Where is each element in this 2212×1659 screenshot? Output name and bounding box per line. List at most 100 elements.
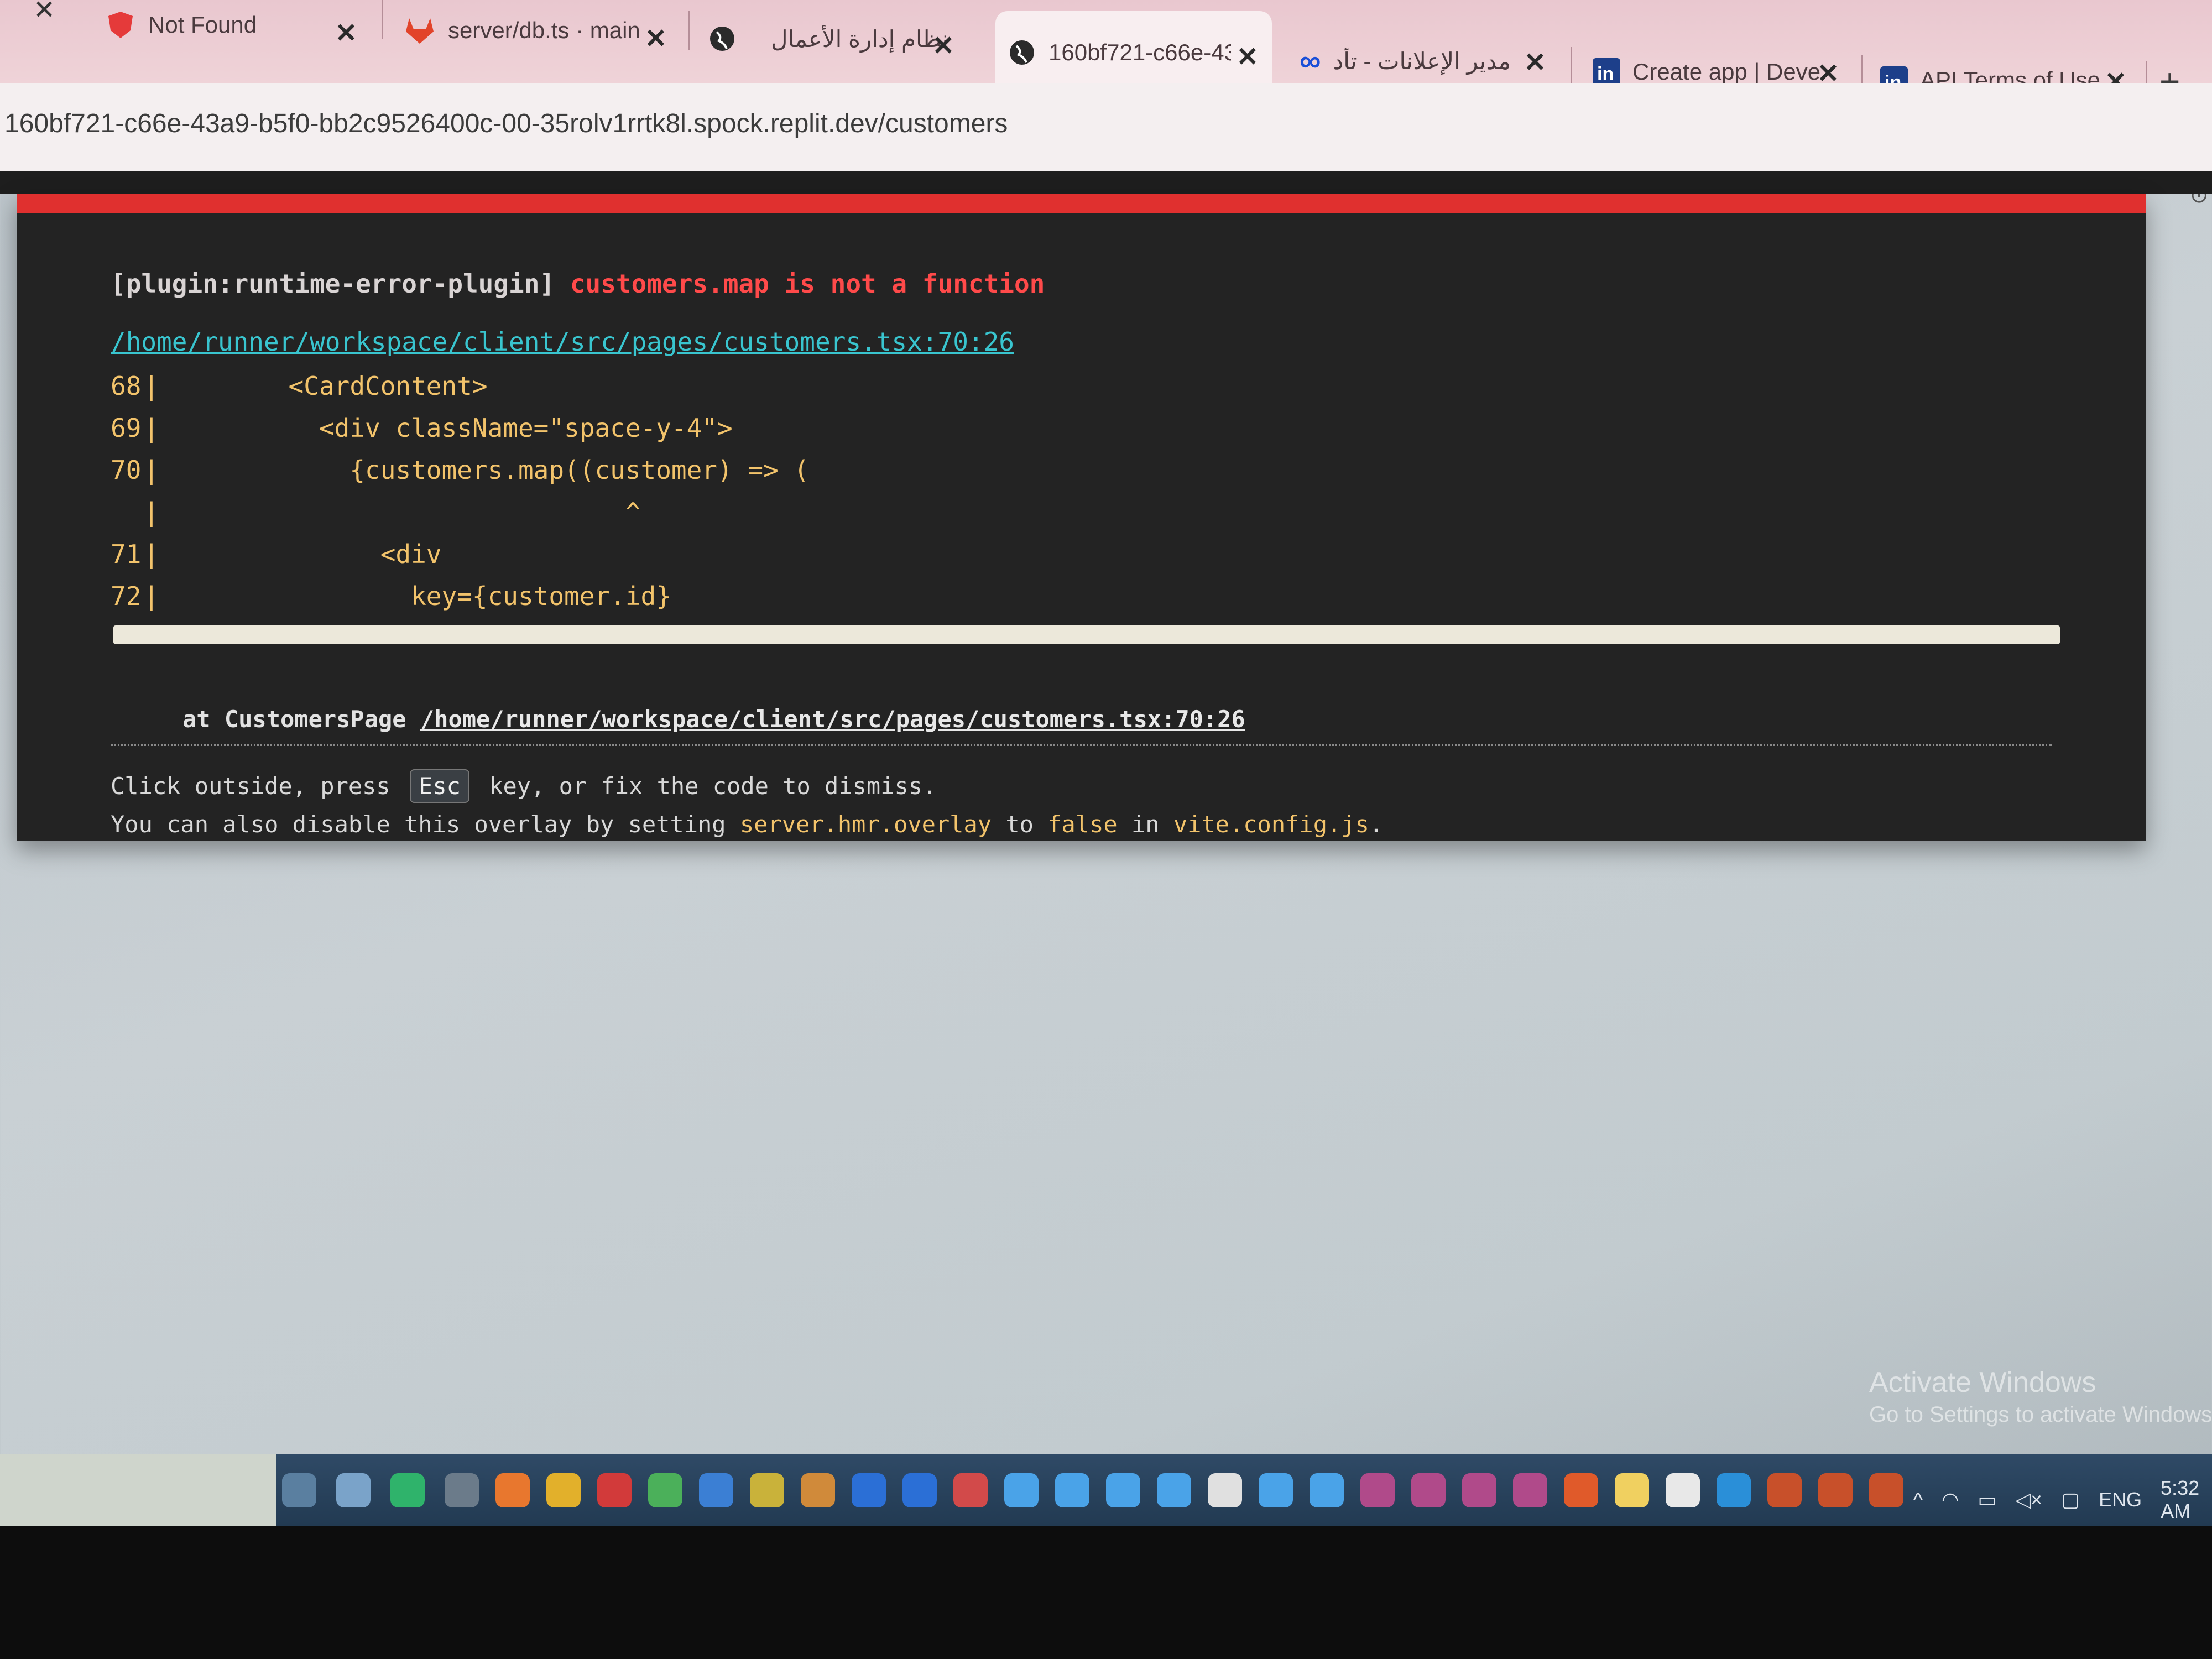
overlay-config-tip: You can also disable this overlay by set… — [111, 811, 1383, 838]
globe-icon — [1008, 38, 1036, 67]
meta-infinity-icon: ∞ — [1300, 44, 1321, 77]
tip-text: . — [1369, 811, 1384, 838]
taskbar-icons — [282, 1468, 1920, 1512]
error-file-link[interactable]: /home/runner/workspace/client/src/pages/… — [111, 327, 1014, 357]
app-icon[interactable] — [699, 1473, 733, 1507]
download-icon[interactable] — [1004, 1473, 1039, 1507]
taskbar-search[interactable] — [0, 1454, 276, 1526]
plugin-tag: [plugin:runtime-error-plugin] — [111, 269, 555, 299]
code-text: key={customer.id} — [166, 581, 671, 611]
gutter-bar: | — [144, 413, 159, 443]
tab-bar: ✕ Not Found ✕ server/db.ts · main ✕ نظام… — [0, 0, 2212, 101]
tab-separator — [382, 0, 383, 39]
vscode-icon[interactable] — [1717, 1473, 1751, 1507]
file-icon[interactable] — [1208, 1473, 1242, 1507]
close-icon[interactable]: ✕ — [1524, 47, 1546, 78]
watermark-title: Activate Windows — [1869, 1366, 2096, 1399]
notes-icon[interactable] — [1615, 1473, 1649, 1507]
chrome-icon[interactable] — [546, 1473, 581, 1507]
app-red-3-icon[interactable] — [1818, 1473, 1853, 1507]
tab-separator — [1571, 47, 1572, 86]
wifi-icon[interactable]: ◠ — [1942, 1488, 1959, 1511]
watermark-subtitle: Go to Settings to activate Windows. — [1869, 1402, 2212, 1427]
download-5-icon[interactable] — [1259, 1473, 1293, 1507]
facebook-icon[interactable] — [852, 1473, 886, 1507]
download-2-icon[interactable] — [1055, 1473, 1089, 1507]
opera-icon[interactable] — [597, 1473, 632, 1507]
winrar-4-icon[interactable] — [1513, 1473, 1547, 1507]
cloud-icon[interactable] — [1666, 1473, 1700, 1507]
tab-title: نظام إدارة الأعمال — [771, 25, 948, 52]
download-4-icon[interactable] — [1157, 1473, 1191, 1507]
volume-muted-icon[interactable]: ◁× — [2015, 1488, 2042, 1511]
tab-strip-close-icon[interactable]: ✕ — [33, 0, 55, 25]
system-tray: ^ ◠ ▭ ◁× ▢ ENG 5:32 AM — [1913, 1477, 2212, 1523]
gutter-bar: | — [144, 581, 159, 611]
address-bar[interactable]: 160bf721-c66e-43a9-b5f0-bb2c9526400c-00-… — [0, 83, 2212, 171]
line-number: 71 — [111, 539, 142, 569]
chevron-up-icon[interactable]: ^ — [1913, 1488, 1923, 1511]
tab-not-found[interactable]: Not Found ✕ — [105, 0, 371, 66]
tip-text: to — [1005, 811, 1034, 838]
winrar-2-icon[interactable] — [1411, 1473, 1446, 1507]
red-shield-icon — [105, 9, 136, 40]
linkedin-icon: in — [1593, 58, 1620, 86]
code-line-caret: | ^ — [111, 497, 2046, 539]
files-icon[interactable] — [336, 1473, 371, 1507]
download-6-icon[interactable] — [1310, 1473, 1344, 1507]
cmd-icon[interactable] — [445, 1473, 479, 1507]
gutter-bar: | — [144, 539, 159, 569]
svg-text:in: in — [1597, 64, 1614, 85]
config-file: vite.config.js — [1173, 811, 1369, 838]
tab-active-replit[interactable]: 160bf721-c66e-43 ✕ — [995, 11, 1272, 94]
battery-icon[interactable]: ▭ — [1978, 1488, 1996, 1511]
close-icon[interactable]: ✕ — [932, 30, 954, 61]
chrome-profile-2-icon[interactable] — [750, 1473, 784, 1507]
stack-trace: at CustomersPage /home/runner/workspace/… — [182, 706, 1245, 733]
page-viewport: [plugin:runtime-error-plugin] customers.… — [0, 171, 2212, 1454]
tab-title: مدير الإعلانات - تأد — [1333, 48, 1511, 74]
tab-server-db[interactable]: server/db.ts · main ✕ — [404, 0, 680, 72]
globe-icon — [708, 24, 737, 53]
code-line: 68 | <CardContent> — [111, 371, 2046, 413]
stack-file-link[interactable]: /home/runner/workspace/client/src/pages/… — [420, 706, 1245, 733]
facebook-2-icon[interactable] — [902, 1473, 937, 1507]
esc-key: Esc — [410, 769, 469, 803]
git-icon[interactable] — [1564, 1473, 1598, 1507]
winrar-3-icon[interactable] — [1462, 1473, 1496, 1507]
error-message: customers.map is not a function — [570, 269, 1045, 299]
code-frame-scrollbar[interactable] — [113, 625, 2060, 644]
close-icon[interactable]: ✕ — [645, 23, 667, 54]
url-text[interactable]: 160bf721-c66e-43a9-b5f0-bb2c9526400c-00-… — [4, 108, 1008, 139]
chrome-profile-icon[interactable] — [648, 1473, 682, 1507]
code-text: <div — [166, 539, 442, 569]
clock[interactable]: 5:32 AM — [2161, 1477, 2199, 1523]
chrome-profile-3-icon[interactable] — [801, 1473, 835, 1507]
task-view-icon[interactable] — [282, 1473, 316, 1507]
whatsapp-icon[interactable] — [390, 1473, 425, 1507]
divider — [111, 744, 2052, 746]
language-indicator[interactable]: ENG — [2099, 1488, 2142, 1511]
app-red-icon[interactable] — [953, 1473, 988, 1507]
download-3-icon[interactable] — [1106, 1473, 1140, 1507]
gitlab-fox-icon — [404, 15, 436, 46]
gutter-bar: | — [144, 371, 159, 401]
display-icon[interactable]: ▢ — [2061, 1488, 2080, 1511]
firefox-icon[interactable] — [495, 1473, 530, 1507]
overlay-backdrop[interactable] — [0, 171, 2212, 194]
app-red-2-icon[interactable] — [1767, 1473, 1802, 1507]
code-text: <div className="space-y-4"> — [166, 413, 733, 443]
config-value: false — [1047, 811, 1118, 838]
dismiss-tip: Click outside, press Esc key, or fix the… — [111, 769, 936, 803]
app-red-4-icon[interactable] — [1869, 1473, 1903, 1507]
line-number: 68 — [111, 371, 142, 401]
winrar-icon[interactable] — [1360, 1473, 1395, 1507]
code-text: <CardContent> — [166, 371, 488, 401]
line-number: 69 — [111, 413, 142, 443]
tab-arabic-business[interactable]: نظام إدارة الأعمال ✕ — [708, 0, 968, 80]
tip-text: in — [1131, 811, 1160, 838]
close-icon[interactable]: ✕ — [1237, 41, 1259, 72]
activate-windows-watermark: Activate Windows Go to Settings to activ… — [1869, 1366, 2212, 1427]
close-icon[interactable]: ✕ — [335, 18, 357, 49]
tip-text: key, or fix the code to dismiss. — [489, 773, 937, 800]
